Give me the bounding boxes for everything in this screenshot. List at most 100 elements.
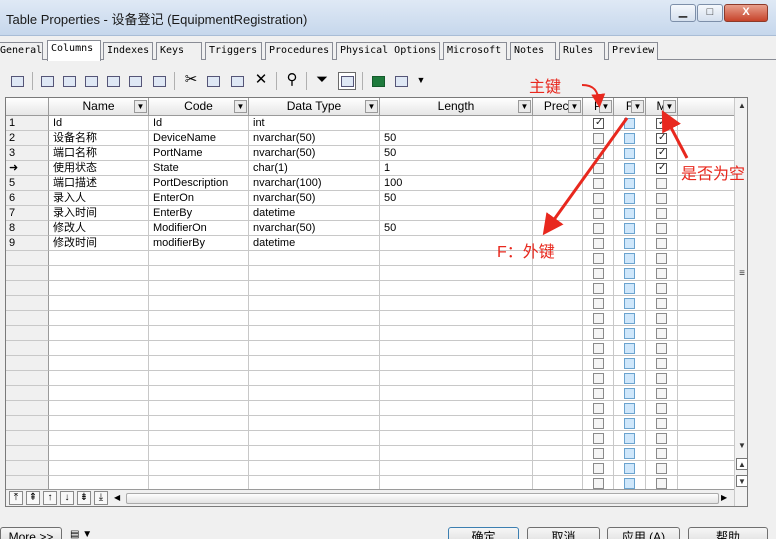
cell-code[interactable]: EnterOn — [149, 191, 249, 206]
primary-key-checkbox[interactable] — [593, 223, 604, 234]
cell-length[interactable] — [380, 326, 533, 341]
primary-key-checkbox[interactable] — [593, 418, 604, 429]
foreign-key-checkbox[interactable] — [624, 298, 635, 309]
primary-key-checkbox[interactable] — [593, 253, 604, 264]
tab-notes[interactable]: Notes — [510, 42, 556, 60]
foreign-key-checkbox[interactable] — [624, 313, 635, 324]
cell-name[interactable] — [49, 341, 149, 356]
cell-name[interactable] — [49, 326, 149, 341]
chevron-down-icon[interactable]: ▼ — [365, 100, 378, 113]
mandatory-checkbox[interactable] — [656, 433, 667, 444]
foreign-key-checkbox[interactable] — [624, 358, 635, 369]
cell-length[interactable] — [380, 461, 533, 476]
help-button[interactable]: 帮助 — [688, 527, 768, 539]
cell-precision[interactable] — [533, 401, 583, 416]
mandatory-checkbox[interactable] — [656, 283, 667, 294]
tab-preview[interactable]: Preview — [608, 42, 658, 60]
cell-type[interactable]: nvarchar(50) — [249, 146, 380, 161]
mandatory-checkbox[interactable] — [656, 298, 667, 309]
cell-type[interactable] — [249, 251, 380, 266]
table-row[interactable]: ➜ 使用状态 State char(1) 1 — [6, 161, 734, 176]
cell-type[interactable]: nvarchar(50) — [249, 221, 380, 236]
cell-length[interactable]: 1 — [380, 161, 533, 176]
cell-name[interactable]: Id — [49, 116, 149, 131]
cell-name[interactable]: 录入时间 — [49, 206, 149, 221]
mandatory-header[interactable]: M ▼ — [646, 98, 678, 116]
cell-name[interactable]: 修改时间 — [49, 236, 149, 251]
mandatory-checkbox[interactable] — [656, 388, 667, 399]
mandatory-checkbox[interactable] — [656, 328, 667, 339]
table-row[interactable] — [6, 281, 734, 296]
move-down-icon[interactable]: ↓ — [60, 491, 74, 505]
primary-key-checkbox[interactable] — [593, 373, 604, 384]
cell-code[interactable] — [149, 461, 249, 476]
cell-precision[interactable] — [533, 431, 583, 446]
cut-icon[interactable]: ✂ — [182, 70, 200, 90]
cell-name[interactable]: 设备名称 — [49, 131, 149, 146]
cell-name[interactable] — [49, 281, 149, 296]
mandatory-checkbox[interactable] — [656, 146, 667, 160]
foreign-key-checkbox[interactable] — [624, 208, 635, 219]
cell-precision[interactable] — [533, 131, 583, 146]
cell-length[interactable] — [380, 356, 533, 371]
cell-type[interactable]: int — [249, 116, 380, 131]
cell-precision[interactable] — [533, 161, 583, 176]
minimize-button[interactable]: ▁ — [670, 4, 696, 22]
primary-key-checkbox[interactable] — [593, 298, 604, 309]
primary-key-checkbox[interactable] — [593, 478, 604, 489]
paste-icon[interactable] — [228, 72, 246, 90]
close-button[interactable]: X — [724, 4, 768, 22]
primary-key-checkbox[interactable] — [593, 116, 604, 130]
cell-code[interactable] — [149, 416, 249, 431]
primary-key-checkbox[interactable] — [593, 463, 604, 474]
table-row[interactable]: 5 端口描述 PortDescription nvarchar(100) 100 — [6, 176, 734, 191]
mandatory-checkbox[interactable] — [656, 178, 667, 189]
tab-procedures[interactable]: Procedures — [265, 42, 333, 60]
cell-precision[interactable] — [533, 146, 583, 161]
primary-key-checkbox[interactable] — [593, 208, 604, 219]
name-header[interactable]: Name ▼ — [49, 98, 149, 116]
move-up-icon[interactable]: ↑ — [43, 491, 57, 505]
primary-key-checkbox[interactable] — [593, 313, 604, 324]
cell-name[interactable] — [49, 446, 149, 461]
key-icon[interactable] — [150, 72, 168, 90]
cell-type[interactable] — [249, 386, 380, 401]
chevron-down-icon[interactable]: ▼ — [568, 100, 581, 113]
move-up-icon[interactable]: ▲ — [736, 458, 747, 470]
cell-precision[interactable] — [533, 311, 583, 326]
cell-precision[interactable] — [533, 386, 583, 401]
customize-columns-icon[interactable] — [338, 72, 356, 90]
foreign-key-checkbox[interactable] — [624, 223, 635, 234]
foreign-key-checkbox[interactable] — [624, 283, 635, 294]
cell-precision[interactable] — [533, 221, 583, 236]
move-top-icon[interactable]: ⤒ — [9, 491, 23, 505]
mandatory-checkbox[interactable] — [656, 478, 667, 489]
cell-name[interactable] — [49, 431, 149, 446]
foreign-key-checkbox[interactable] — [624, 163, 635, 174]
table-row[interactable] — [6, 446, 734, 461]
cell-code[interactable]: EnterBy — [149, 206, 249, 221]
foreign-key-checkbox[interactable] — [624, 433, 635, 444]
foreign-key-checkbox[interactable] — [624, 448, 635, 459]
primary-key-checkbox[interactable] — [593, 178, 604, 189]
foreign-key-checkbox[interactable] — [624, 118, 635, 129]
cell-length[interactable] — [380, 446, 533, 461]
table-row[interactable] — [6, 311, 734, 326]
cell-name[interactable]: 修改人 — [49, 221, 149, 236]
primary-key-checkbox[interactable] — [593, 358, 604, 369]
cell-precision[interactable] — [533, 371, 583, 386]
cell-code[interactable] — [149, 431, 249, 446]
cell-precision[interactable] — [533, 326, 583, 341]
precision-header[interactable]: Preci ▼ — [533, 98, 583, 116]
cell-type[interactable] — [249, 446, 380, 461]
primary-key-checkbox[interactable] — [593, 148, 604, 159]
cell-precision[interactable] — [533, 446, 583, 461]
add-from-domain-icon[interactable] — [126, 72, 144, 90]
cell-length[interactable] — [380, 281, 533, 296]
maximize-button[interactable]: □ — [697, 4, 723, 22]
cell-name[interactable]: 端口描述 — [49, 176, 149, 191]
cell-type[interactable]: char(1) — [249, 161, 380, 176]
foreign-key-checkbox[interactable] — [624, 328, 635, 339]
foreign-key-checkbox[interactable] — [624, 418, 635, 429]
table-row[interactable] — [6, 266, 734, 281]
